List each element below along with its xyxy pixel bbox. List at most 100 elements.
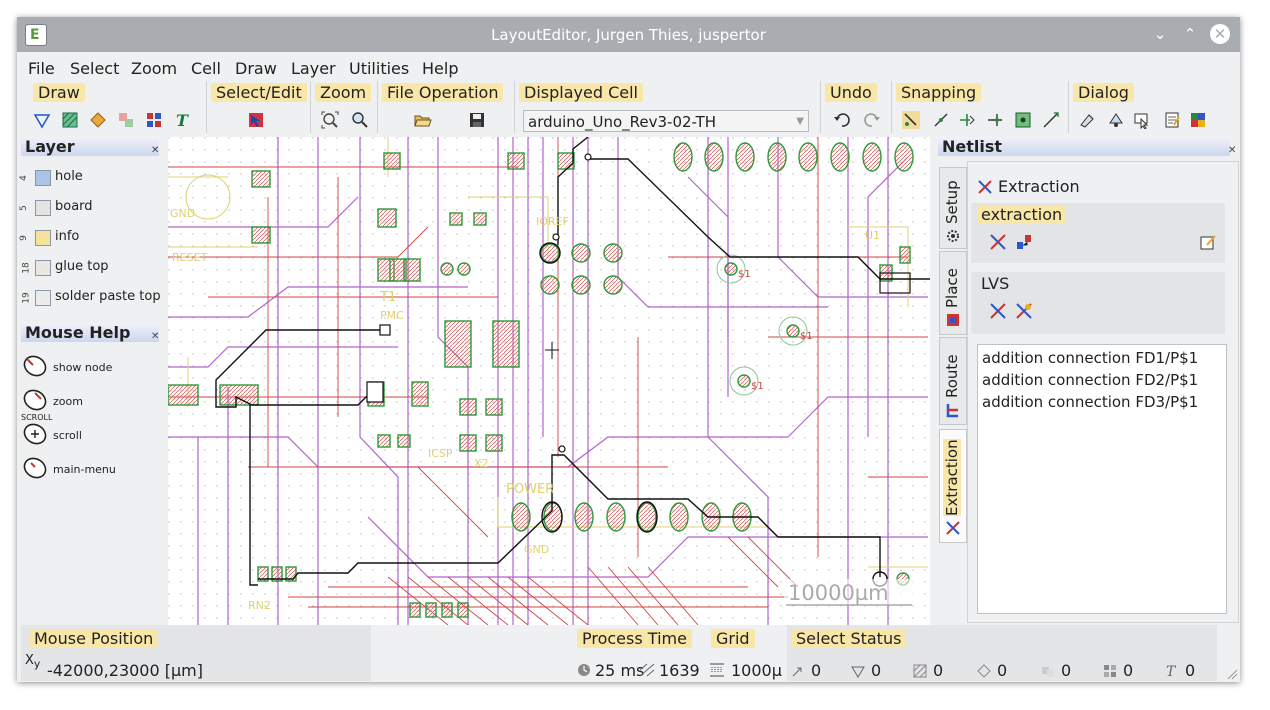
layer-item-hole[interactable]: 4 hole xyxy=(19,167,161,191)
draw-path-icon[interactable] xyxy=(89,111,107,129)
select-count-point: 0 xyxy=(791,661,821,680)
undo-icon[interactable] xyxy=(833,111,851,129)
run-extraction-icon[interactable] xyxy=(989,233,1007,251)
snap-middle-icon[interactable] xyxy=(986,111,1004,129)
layer-swatch-icon xyxy=(35,230,51,246)
menu-cell[interactable]: Cell xyxy=(191,59,221,78)
tab-route[interactable]: Route xyxy=(939,337,967,425)
toolbar-snapping: Snapping xyxy=(891,81,1066,133)
toolbar-displayed-cell-title: Displayed Cell xyxy=(519,83,643,102)
menu-layer[interactable]: Layer xyxy=(291,59,336,78)
draw-polygon-icon[interactable] xyxy=(33,111,51,129)
process-time-status: Process Time 25 ms 1639 xyxy=(573,625,703,681)
label-power: POWER xyxy=(506,482,554,497)
netlist-panel-title: Netlist xyxy=(938,137,1230,156)
list-item[interactable]: addition connection FD3/P$1 xyxy=(982,393,1198,411)
polygon-icon xyxy=(851,666,865,678)
toolbar-draw-title: Draw xyxy=(33,83,85,102)
cellref-icon xyxy=(1042,667,1054,677)
select-status: Select Status 0 0 0 0 0 0 T0 xyxy=(787,625,1217,681)
toolbar-draw: Draw T xyxy=(29,81,203,133)
path-icon xyxy=(977,664,991,678)
layer-number: 19 xyxy=(21,292,32,304)
layer-item-board[interactable]: 5 board xyxy=(19,197,161,221)
close-icon[interactable]: ✕ xyxy=(1228,145,1236,156)
layer-name: info xyxy=(55,229,80,244)
close-icon[interactable]: ✕ xyxy=(151,145,159,156)
close-icon[interactable]: ✕ xyxy=(151,331,159,342)
select-count-cellref: 0 xyxy=(1041,661,1071,680)
redo-icon[interactable] xyxy=(863,111,881,129)
point-icon xyxy=(792,667,802,677)
menu-select[interactable]: Select xyxy=(70,59,119,78)
lvs-run-icon[interactable] xyxy=(989,302,1007,320)
dialog-text-editor-icon[interactable] xyxy=(1163,111,1181,129)
select-status-title: Select Status xyxy=(791,629,907,648)
menu-help[interactable]: Help xyxy=(422,59,458,78)
label-p1: $1 xyxy=(738,269,751,280)
process-time-value: 25 ms xyxy=(595,661,645,680)
tab-setup[interactable]: Setup xyxy=(939,167,967,249)
mouse-right-icon xyxy=(23,389,47,411)
menu-bar: File Select Zoom Cell Draw Layer Utiliti… xyxy=(17,53,1240,81)
extraction-edit-icon[interactable] xyxy=(1199,233,1217,251)
tab-extraction[interactable]: Extraction xyxy=(939,429,967,543)
zoom-fit-icon[interactable] xyxy=(321,111,339,129)
snap-nearest-icon[interactable] xyxy=(1042,111,1060,129)
mouse-position-value: -42000,23000 [µm] xyxy=(47,661,203,680)
toolbar-file-operation-title: File Operation xyxy=(382,83,504,102)
list-item[interactable]: addition connection FD2/P$1 xyxy=(982,371,1198,389)
snap-grid-icon[interactable] xyxy=(902,111,920,129)
dialog-layers-icon[interactable] xyxy=(1189,111,1207,129)
draw-cell-icon[interactable] xyxy=(117,111,135,129)
title-bar: E LayoutEditor, Jurgen Thies, juspertor … xyxy=(17,17,1240,52)
close-button[interactable]: ✕ xyxy=(1210,24,1230,44)
displayed-cell-value: arduino_Uno_Rev3-02-TH xyxy=(528,113,717,131)
layer-item-solder-paste-top[interactable]: 19 solder paste top xyxy=(21,287,161,311)
select-edit-icon[interactable] xyxy=(247,111,265,129)
lvs-compare-icon[interactable] xyxy=(1015,302,1033,320)
label-p1: $1 xyxy=(751,381,764,392)
resize-grip-icon[interactable] xyxy=(1226,668,1238,680)
netlist-message-list[interactable]: addition connection FD1/P$1 addition con… xyxy=(977,344,1227,614)
extraction-section: extraction xyxy=(971,203,1225,263)
text-icon: T xyxy=(1166,664,1177,678)
extraction-header: Extraction xyxy=(998,177,1080,196)
netlist-panel: Netlist ✕ Setup Place Route Extraction E… xyxy=(938,137,1239,625)
dialog-properties-icon[interactable] xyxy=(1079,111,1097,129)
tab-place[interactable]: Place xyxy=(939,251,967,335)
zoom-in-icon[interactable] xyxy=(351,111,369,129)
draw-array-icon[interactable] xyxy=(145,111,163,129)
draw-text-icon[interactable]: T xyxy=(173,111,191,129)
snap-edge-icon[interactable] xyxy=(958,111,976,129)
snap-point-icon[interactable] xyxy=(932,111,950,129)
extraction-icon xyxy=(946,521,960,535)
label-ioref: IOREF xyxy=(536,215,569,228)
draw-box-icon[interactable] xyxy=(61,111,79,129)
list-item[interactable]: addition connection FD1/P$1 xyxy=(982,349,1198,367)
layer-name: board xyxy=(55,199,93,214)
dialog-cursor-icon[interactable] xyxy=(1133,111,1151,129)
mouse-position-title: Mouse Position xyxy=(29,629,159,648)
save-file-icon[interactable] xyxy=(468,111,486,129)
snap-center-icon[interactable] xyxy=(1014,111,1032,129)
extraction-header-icon xyxy=(978,180,992,194)
extraction-connect-icon[interactable] xyxy=(1015,233,1033,251)
layout-canvas[interactable]: GND RESET T1 PMC POWER GND RN2 IOREF ICS… xyxy=(168,137,930,625)
layer-number: 18 xyxy=(21,262,32,274)
layer-item-info[interactable]: 9 info xyxy=(19,227,161,251)
layer-item-glue-top[interactable]: 18 glue top xyxy=(21,257,161,281)
open-file-icon[interactable] xyxy=(414,111,432,129)
maximize-button[interactable]: ⌃ xyxy=(1180,24,1200,44)
dialog-macro-icon[interactable] xyxy=(1107,111,1125,129)
minimize-button[interactable]: ⌄ xyxy=(1150,24,1170,44)
pcb-layout-drawing: GND RESET T1 PMC POWER GND RN2 IOREF ICS… xyxy=(168,137,930,625)
mouse-scroll-icon xyxy=(23,423,47,445)
tab-place-label: Place xyxy=(943,268,961,308)
menu-utilities[interactable]: Utilities xyxy=(349,59,409,78)
menu-zoom[interactable]: Zoom xyxy=(131,59,177,78)
menu-draw[interactable]: Draw xyxy=(235,59,277,78)
menu-file[interactable]: File xyxy=(28,59,55,78)
displayed-cell-dropdown[interactable]: arduino_Uno_Rev3-02-TH ▼ xyxy=(523,110,809,132)
layer-swatch-icon xyxy=(35,260,51,276)
